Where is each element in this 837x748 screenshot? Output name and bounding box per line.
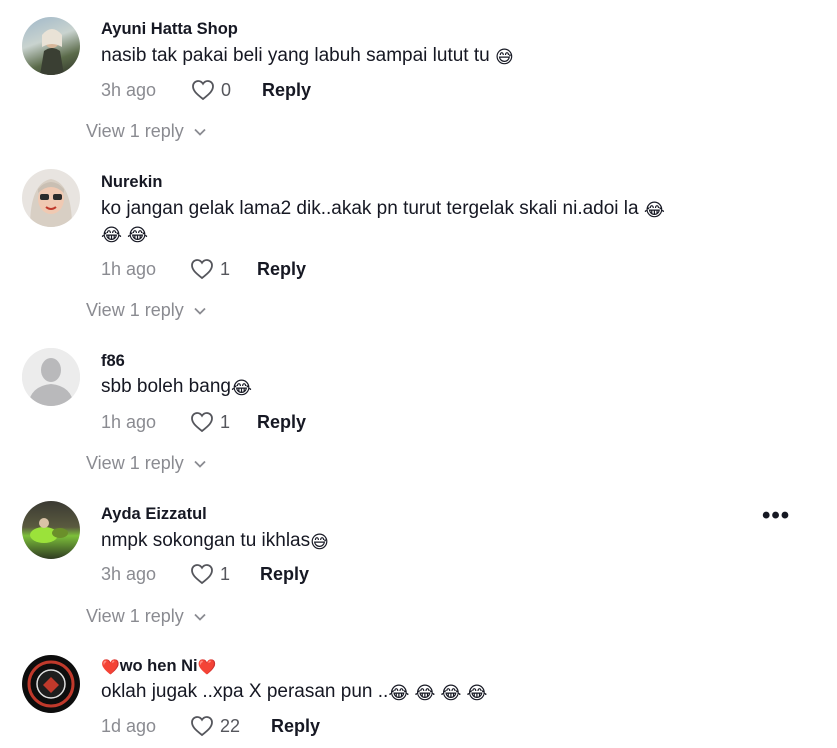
reply-button[interactable]: Reply — [260, 564, 309, 585]
timestamp: 3h ago — [101, 563, 157, 584]
emoji: 😂 — [230, 378, 252, 398]
comment-text: nmpk sokongan tu ikhlas😅 — [101, 530, 329, 552]
comment-meta: 3h ago 0 Reply — [101, 77, 311, 103]
emoji: 😂 😂 — [101, 225, 149, 245]
like-button[interactable]: 0 — [191, 79, 262, 101]
view-replies-button[interactable]: View 1 reply — [86, 606, 206, 627]
username[interactable]: Ayda Eizzatul — [101, 505, 207, 524]
chevron-down-icon — [194, 128, 206, 136]
view-replies-button[interactable]: View 1 reply — [86, 300, 206, 321]
reply-button[interactable]: Reply — [257, 259, 306, 280]
username[interactable]: Ayuni Hatta Shop — [101, 20, 238, 39]
avatar[interactable] — [22, 655, 80, 713]
like-button[interactable]: 1 — [190, 411, 257, 433]
username[interactable]: f86 — [101, 352, 125, 371]
heart-outline-icon — [192, 80, 214, 101]
timestamp: 1d ago — [101, 715, 157, 736]
like-count: 1 — [220, 258, 231, 279]
timestamp: 1h ago — [101, 258, 157, 279]
view-replies-button[interactable]: View 1 reply — [86, 121, 206, 142]
chevron-down-icon — [194, 460, 206, 468]
like-count: 1 — [220, 411, 231, 432]
comment-text: sbb boleh bang😂 — [101, 376, 252, 398]
heart-outline-icon — [191, 564, 213, 585]
like-count: 1 — [220, 563, 231, 584]
comment-text: ko jangan gelak lama2 dik..akak pn turut… — [101, 195, 741, 249]
avatar[interactable] — [22, 348, 80, 406]
emoji: 😅 — [310, 532, 329, 552]
avatar[interactable] — [22, 17, 80, 75]
reply-button[interactable]: Reply — [262, 80, 311, 101]
chevron-down-icon — [194, 307, 206, 315]
reply-button[interactable]: Reply — [257, 412, 306, 433]
like-button[interactable]: 22 — [190, 715, 271, 737]
like-count: 22 — [220, 715, 241, 736]
red-heart-icon: ❤️ — [197, 659, 217, 676]
comment-meta: 1h ago 1 Reply — [101, 409, 306, 435]
reply-button[interactable]: Reply — [271, 716, 320, 737]
username[interactable]: ❤️wo hen Ni❤️ — [101, 657, 216, 676]
like-button[interactable]: 1 — [190, 563, 260, 585]
comment-meta: 1d ago 22 Reply — [101, 713, 320, 739]
heart-outline-icon — [191, 412, 213, 433]
view-replies-button[interactable]: View 1 reply — [86, 453, 206, 474]
like-button[interactable]: 1 — [190, 258, 257, 280]
timestamp: 1h ago — [101, 411, 157, 432]
comment-text: nasib tak pakai beli yang labuh sampai l… — [101, 45, 514, 67]
username[interactable]: Nurekin — [101, 173, 162, 192]
emoji: 😂 — [643, 200, 665, 220]
more-options-icon[interactable]: ••• — [762, 504, 790, 528]
heart-outline-icon — [191, 716, 213, 737]
timestamp: 3h ago — [101, 79, 157, 100]
avatar[interactable] — [22, 169, 80, 227]
avatar[interactable] — [22, 501, 80, 559]
like-count: 0 — [221, 79, 232, 100]
comment-text: oklah jugak ..xpa X perasan pun ..😂 😂 😂 … — [101, 681, 488, 703]
red-heart-icon: ❤️ — [101, 659, 120, 676]
emoji: 😅 — [494, 47, 514, 67]
comment-meta: 3h ago 1 Reply — [101, 561, 309, 587]
comment-meta: 1h ago 1 Reply — [101, 256, 306, 282]
chevron-down-icon — [194, 613, 206, 621]
emoji: 😂 😂 😂 😂 — [388, 683, 488, 703]
heart-outline-icon — [191, 259, 213, 280]
